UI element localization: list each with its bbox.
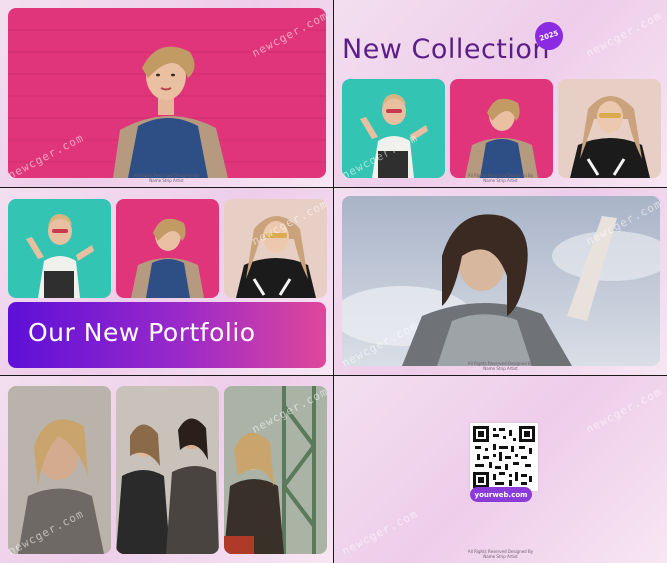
panel-sky-portrait: All Rights Reserved Designed By Name Stri…: [334, 188, 667, 375]
portfolio-photo-pink: [116, 199, 219, 298]
credit-text: All Rights Reserved Designed By Name Stri…: [334, 549, 667, 559]
panel-hero-pink-wall: All Rights Reserved Designed By Name Stri…: [0, 0, 333, 187]
portfolio-photo-teal: [8, 199, 111, 298]
watermark: newcger.com: [583, 385, 665, 436]
panel-new-collection: New Collection 2025 All Rights Reserved …: [334, 0, 667, 187]
credit-line-2: Name Strip Artist: [483, 178, 518, 183]
collection-photo-blonde: [558, 79, 661, 178]
portfolio-banner: Our New Portfolio: [8, 302, 326, 368]
hero-photo: [8, 8, 326, 178]
collection-photo-teal: [342, 79, 445, 178]
qr-code: [470, 423, 538, 491]
collection-title: New Collection: [342, 34, 551, 65]
credit-text: All Rights Reserved Designed By Name Stri…: [334, 173, 667, 183]
watermark: newcger.com: [583, 9, 665, 60]
panel-portfolio: Our New Portfolio newcger.com: [0, 188, 333, 375]
sky-portrait-photo: [342, 196, 660, 366]
panel-contact: yourweb.com All Rights Reserved Designed…: [334, 376, 667, 563]
slide-grid: All Rights Reserved Designed By Name Stri…: [0, 0, 667, 563]
credit-line-2: Name Strip Artist: [149, 178, 184, 183]
portfolio-photo-blonde: [224, 199, 327, 298]
credit-line-2: Name Strip Artist: [483, 366, 518, 371]
credit-text: All Rights Reserved Designed By Name Stri…: [334, 361, 667, 371]
group-photo-3: [224, 386, 327, 554]
website-url-pill[interactable]: yourweb.com: [470, 487, 532, 502]
credit-text: All Rights Reserved Designed By Name Stri…: [0, 173, 333, 183]
group-photo-2: [116, 386, 219, 554]
portfolio-title: Our New Portfolio: [28, 318, 256, 347]
credit-line-2: Name Strip Artist: [483, 554, 518, 559]
group-photo-1: [8, 386, 111, 554]
panel-group-photos: newcger.com newcger.com: [0, 376, 333, 563]
collection-photo-pink: [450, 79, 553, 178]
